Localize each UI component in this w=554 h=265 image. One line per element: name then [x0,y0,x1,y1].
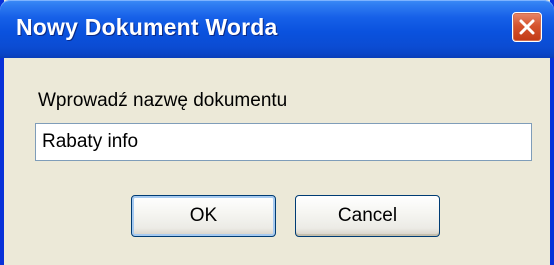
title-bar[interactable]: Nowy Dokument Worda [0,0,554,58]
ok-button[interactable]: OK [131,195,276,237]
document-name-input[interactable] [35,123,532,161]
cancel-button[interactable]: Cancel [295,195,440,237]
dialog-window: Nowy Dokument Worda Wprowadź nazwę dokum… [0,0,554,265]
close-button[interactable] [512,12,542,42]
document-name-label: Wprowadź nazwę dokumentu [38,90,288,111]
close-icon [519,19,535,35]
window-title: Nowy Dokument Worda [16,14,278,40]
